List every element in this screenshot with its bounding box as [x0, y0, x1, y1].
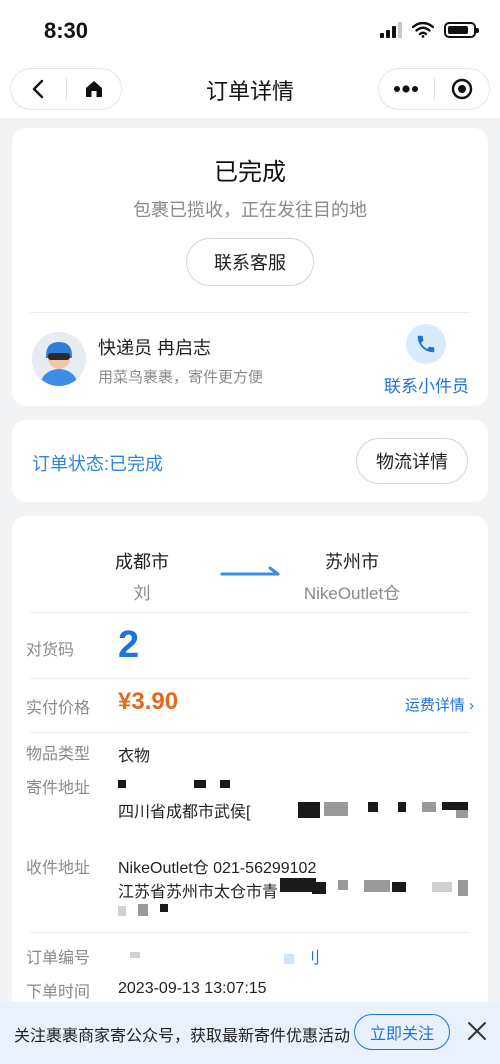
- more-dots-icon: [394, 85, 419, 93]
- item-type-label: 物品类型: [26, 746, 91, 763]
- order-status-title: 已完成: [214, 159, 286, 186]
- order-number-label: 订单编号: [26, 950, 91, 967]
- divider: [30, 932, 470, 933]
- close-miniapp-button[interactable]: [435, 69, 490, 109]
- status-time: 8:30: [44, 18, 89, 43]
- sender-address: 四川省成都市武侯[: [118, 804, 251, 821]
- divider: [30, 678, 470, 679]
- from-name: 刘: [133, 584, 151, 603]
- receiver-contact: NikeOutlet仓 021-56299102: [118, 860, 317, 877]
- wifi-icon: [412, 22, 434, 38]
- order-number-tail: 刂: [304, 950, 321, 967]
- order-time-label: 下单时间: [26, 984, 91, 1001]
- fee-detail-link[interactable]: 运费详情 ›: [405, 694, 474, 715]
- close-icon[interactable]: [466, 1020, 488, 1042]
- route-arrow-icon: [220, 566, 280, 576]
- order-status-text: 订单状态:已完成: [32, 454, 164, 474]
- to-name: NikeOutlet仓: [303, 584, 401, 603]
- item-type-value: 衣物: [118, 748, 151, 765]
- logistics-detail-button[interactable]: 物流详情: [356, 438, 468, 484]
- phone-icon: [417, 335, 435, 353]
- signal-icon: [380, 22, 402, 38]
- battery-icon: [444, 22, 479, 38]
- from-city: 成都市: [115, 552, 169, 572]
- divider: [30, 312, 470, 313]
- follow-banner: 关注裹裹商家寄公众号，获取最新寄件优惠活动 立即关注: [0, 1002, 500, 1064]
- sender-address-label: 寄件地址: [26, 780, 91, 797]
- order-time-value: 2023-09-13 13:07:15: [118, 980, 267, 997]
- contact-courier-link[interactable]: 联系小件员: [384, 372, 469, 397]
- price-label: 实付价格: [26, 700, 91, 717]
- divider: [30, 732, 470, 733]
- follow-button[interactable]: 立即关注: [354, 1014, 450, 1050]
- order-status-subtitle: 包裹已揽收，正在发往目的地: [133, 200, 367, 220]
- to-city: 苏州市: [325, 552, 379, 572]
- nav-right-capsule: [378, 68, 490, 110]
- courier-name: 快递员 冉启志: [98, 338, 212, 358]
- divider: [30, 612, 470, 613]
- order-status-card: 订单状态:已完成 物流详情: [12, 420, 488, 502]
- nav-bar: 订单详情: [0, 62, 500, 118]
- call-courier-button[interactable]: [406, 324, 446, 364]
- target-close-icon: [451, 78, 472, 100]
- shipment-detail-card: 成都市 刘 苏州市 NikeOutlet仓 对货码 2 实付价格 ¥3.90 运…: [12, 516, 488, 1064]
- follow-banner-text: 关注裹裹商家寄公众号，获取最新寄件优惠活动: [14, 1028, 351, 1045]
- status-icons: [380, 22, 479, 38]
- code-label: 对货码: [26, 642, 75, 659]
- pickup-code: 2: [118, 624, 140, 666]
- courier-avatar: [32, 332, 86, 386]
- courier-hint: 用菜鸟裹裹，寄件更方便: [98, 369, 264, 386]
- contact-service-button[interactable]: 联系客服: [186, 238, 314, 286]
- status-bar: 8:30: [0, 0, 500, 62]
- status-card: 已完成 包裹已揽收，正在发往目的地 联系客服 快递员 冉启志 用菜鸟裹裹，寄件更…: [12, 128, 488, 406]
- receiver-address-label: 收件地址: [26, 860, 91, 877]
- receiver-address: 江苏省苏州市太仓市青: [118, 884, 279, 901]
- more-button[interactable]: [379, 69, 434, 109]
- paid-price: ¥3.90: [118, 688, 179, 715]
